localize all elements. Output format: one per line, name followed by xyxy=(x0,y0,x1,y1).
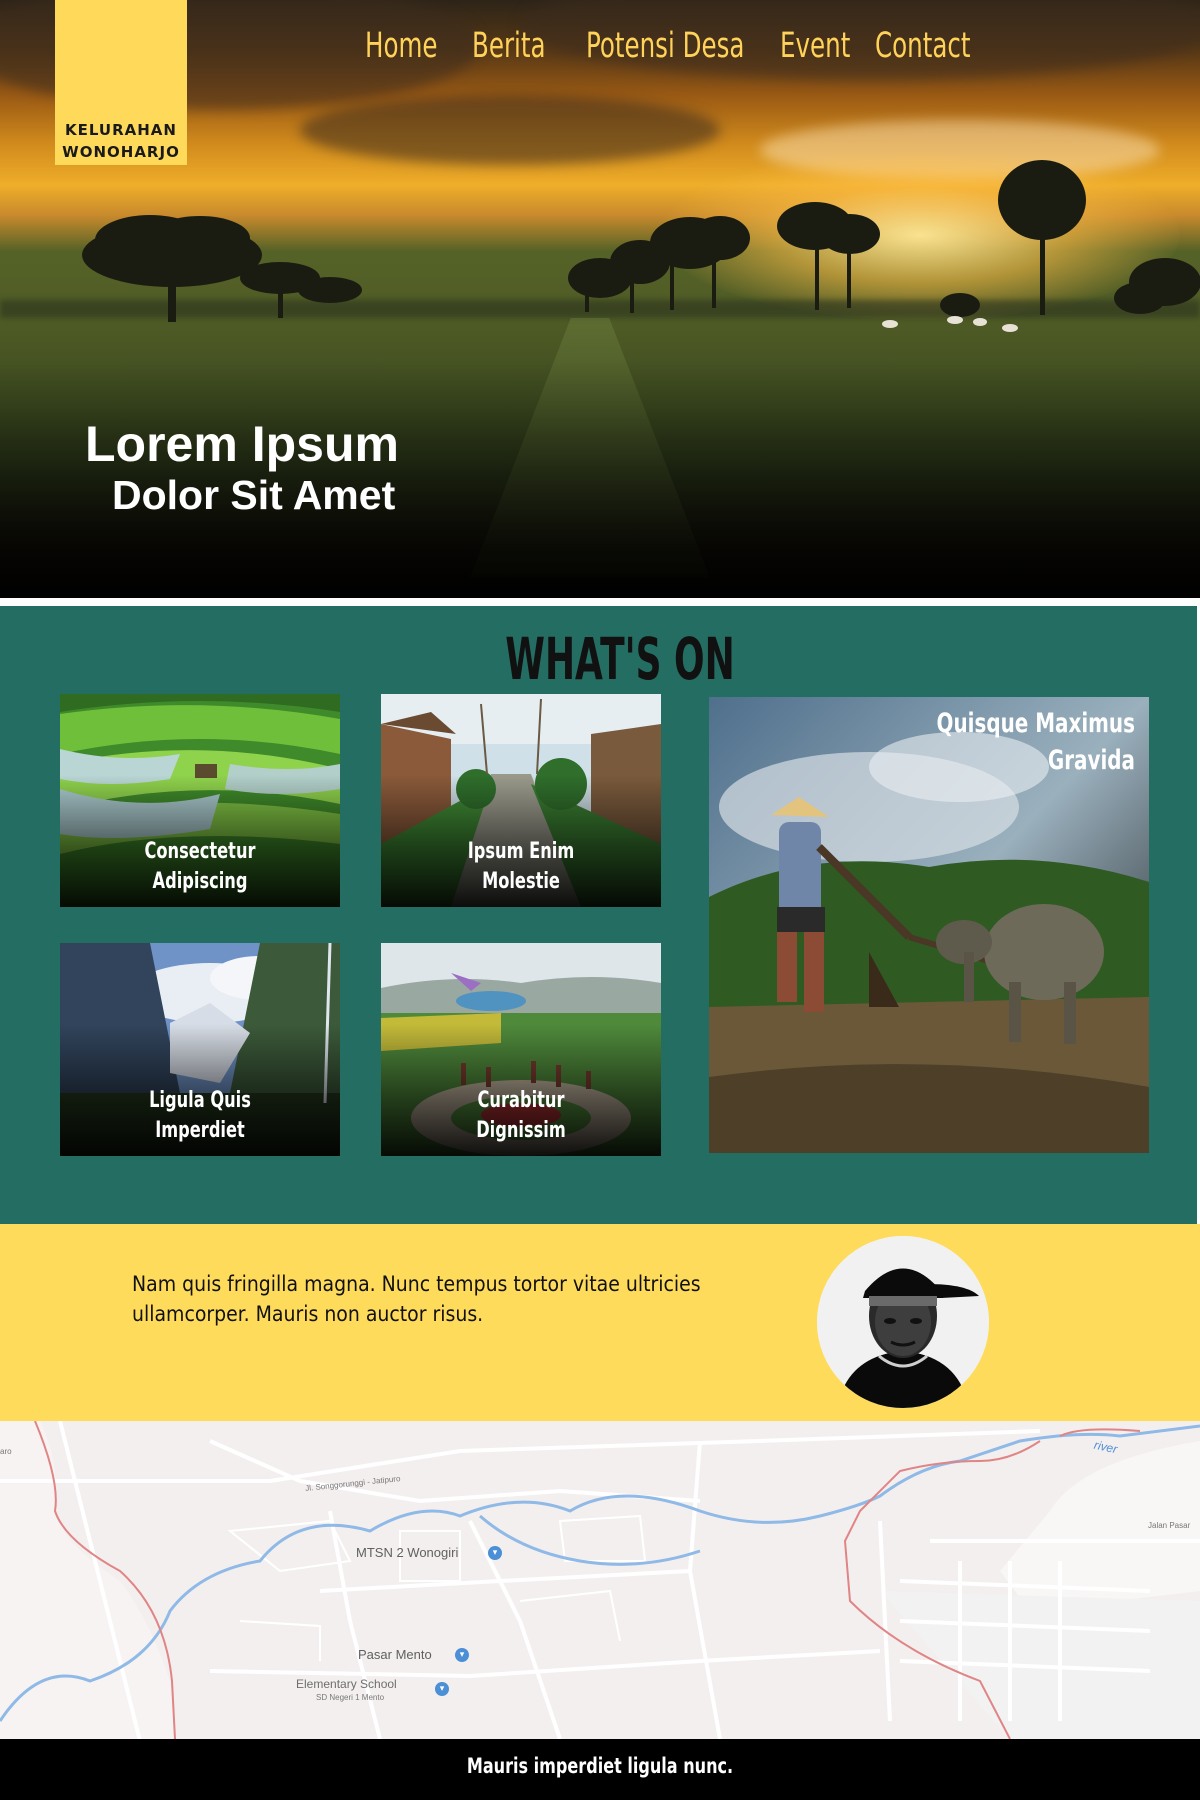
whats-on-section: WHAT'S ON Consectetur Adipiscing Ipsum E… xyxy=(0,606,1197,1224)
map-label-mtsn: MTSN 2 Wonogiri xyxy=(356,1545,459,1560)
card-label: Ligula Quis Imperdiet xyxy=(85,1086,315,1146)
card-label: Curabitur Dignissim xyxy=(406,1086,636,1146)
nav-home[interactable]: Home xyxy=(365,22,438,70)
site-footer: Mauris imperdiet ligula nunc. xyxy=(0,1739,1200,1800)
map-label-edge: aro xyxy=(0,1447,12,1456)
event-card[interactable]: Ipsum Enim Molestie xyxy=(381,694,661,907)
logo-line-2: WONOHARJO xyxy=(62,143,180,161)
featured-label-line-2: Gravida xyxy=(1047,745,1135,776)
card-label-line-1: Ipsum Enim xyxy=(467,839,575,864)
map-label-school-2: SD Negeri 1 Mento xyxy=(316,1693,385,1702)
event-card[interactable]: Curabitur Dignissim xyxy=(381,943,661,1156)
elementary-school-pin-icon[interactable]: ▾ xyxy=(435,1682,449,1696)
footer-text: Mauris imperdiet ligula nunc. xyxy=(466,1754,734,1778)
hero-banner: KELURAHAN WONOHARJO Home Berita Potensi … xyxy=(0,0,1200,598)
card-label-line-2: Imperdiet xyxy=(155,1118,245,1143)
logo-text: KELURAHAN WONOHARJO xyxy=(55,119,187,165)
card-label: Ipsum Enim Molestie xyxy=(406,837,636,897)
logo-line-1: KELURAHAN xyxy=(65,121,177,139)
card-label-line-2: Molestie xyxy=(482,869,560,894)
quote-text: Nam quis fringilla magna. Nunc tempus to… xyxy=(132,1272,701,1326)
event-card[interactable]: Consectetur Adipiscing xyxy=(60,694,340,907)
hero-title: Lorem Ipsum xyxy=(85,416,399,472)
nav-potensi-desa[interactable]: Potensi Desa xyxy=(586,22,744,70)
card-label-line-1: Consectetur xyxy=(144,839,256,864)
card-label-line-2: Dignissim xyxy=(476,1118,566,1143)
card-label-line-2: Adipiscing xyxy=(152,869,248,894)
event-card[interactable]: Ligula Quis Imperdiet xyxy=(60,943,340,1156)
quote-section: Nam quis fringilla magna. Nunc tempus to… xyxy=(0,1224,1200,1421)
map-label-school-1: Elementary School xyxy=(296,1677,397,1691)
map-tiles xyxy=(0,1421,1200,1739)
main-nav: Home Berita Potensi Desa Event Contact xyxy=(0,22,1200,72)
card-label-line-1: Curabitur xyxy=(477,1088,565,1113)
whats-on-heading: WHAT'S ON xyxy=(505,625,735,693)
card-label-line-1: Ligula Quis xyxy=(149,1088,251,1113)
nav-contact[interactable]: Contact xyxy=(875,22,971,70)
school-pin-icon[interactable]: ▾ xyxy=(488,1546,502,1560)
map-label-pasar: Pasar Mento xyxy=(358,1647,432,1662)
featured-label-line-1: Quisque Maximus xyxy=(936,708,1135,739)
card-label: Consectetur Adipiscing xyxy=(85,837,315,897)
featured-card-label: Quisque Maximus Gravida xyxy=(937,705,1135,779)
featured-event-card[interactable]: Quisque Maximus Gravida xyxy=(709,697,1149,1153)
market-pin-icon[interactable]: ▾ xyxy=(455,1648,469,1662)
map-label-jalan-pasar: Jalan Pasar xyxy=(1148,1521,1191,1530)
nav-berita[interactable]: Berita xyxy=(472,22,546,70)
nav-event[interactable]: Event xyxy=(780,22,850,70)
portrait-image xyxy=(817,1236,989,1408)
location-map[interactable]: Jl. Songgorunggi - Jatipuro MTSN 2 Wonog… xyxy=(0,1421,1200,1739)
hero-subtitle: Dolor Sit Amet xyxy=(112,472,396,518)
avatar xyxy=(817,1236,989,1408)
